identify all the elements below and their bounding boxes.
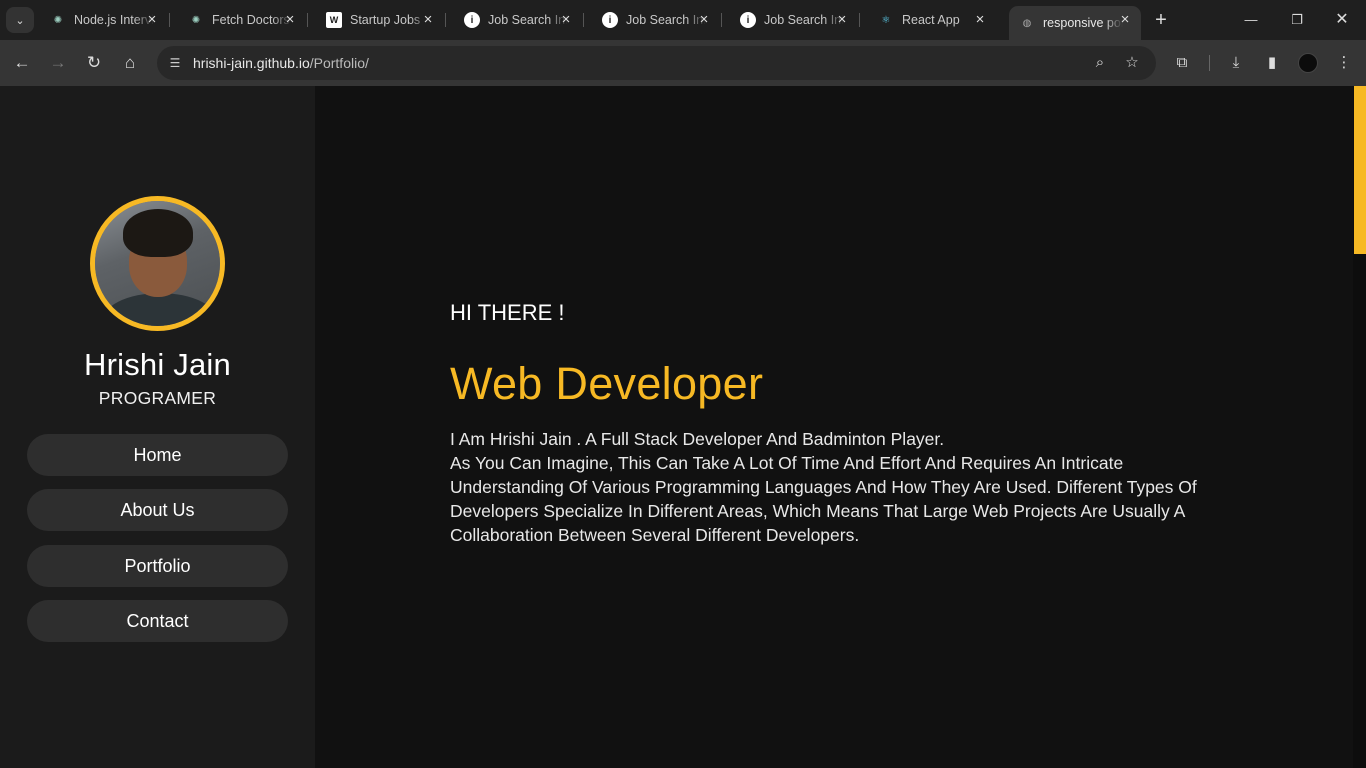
forward-button[interactable]: → <box>46 51 70 75</box>
tab-title: Job Search Info <box>764 13 844 27</box>
zoom-icon[interactable]: ⌕ <box>1090 53 1110 73</box>
tab-close-icon[interactable]: × <box>1117 12 1133 28</box>
bookmark-star-icon[interactable]: ☆ <box>1122 53 1142 73</box>
info-icon: i <box>464 12 480 28</box>
browser-tab[interactable]: ◍ responsive portfolio× <box>1009 6 1141 40</box>
chevron-down-icon: ⌄ <box>15 14 25 27</box>
headline: Web Developer <box>450 358 764 409</box>
toolbar-divider <box>1209 55 1210 71</box>
close-icon: ✕ <box>1335 11 1349 28</box>
tab-close-icon[interactable]: × <box>834 12 850 28</box>
tab-close-icon[interactable]: × <box>144 12 160 28</box>
browser-toolbar: ← → ↻ ⌂ ☰ hrishi-jain.github.io/Portfoli… <box>0 40 1366 86</box>
tab-title: Node.js Interview <box>74 13 154 27</box>
browser-tab[interactable]: ⚛ React App × <box>868 6 996 34</box>
openai-icon: ✺ <box>191 14 201 26</box>
profile-avatar[interactable] <box>1298 53 1318 73</box>
arrow-left-icon: ← <box>13 53 31 72</box>
w-icon: W <box>326 12 342 28</box>
home-icon: ⌂ <box>124 53 136 72</box>
tab-title: Job Search Info <box>626 13 706 27</box>
home-button[interactable]: ⌂ <box>118 51 142 75</box>
browser-tab[interactable]: i Job Search Info × <box>592 6 722 34</box>
globe-icon: ◍ <box>1022 17 1032 29</box>
scrollbar-thumb[interactable] <box>1354 86 1366 254</box>
minimize-button[interactable]: — <box>1231 8 1271 32</box>
reload-button[interactable]: ↻ <box>82 51 106 75</box>
side-panel-icon[interactable]: ▮ <box>1261 52 1283 74</box>
tab-close-icon[interactable]: × <box>282 12 298 28</box>
browser-tab[interactable]: ✺ Fetch Doctors × <box>178 6 308 34</box>
tab-separator <box>859 13 860 27</box>
tab-separator <box>445 13 446 27</box>
browser-tab[interactable]: ✺ Node.js Interview× <box>40 6 170 34</box>
info-icon: i <box>602 12 618 28</box>
react-icon: ⚛ <box>881 14 891 26</box>
site-settings-icon[interactable]: ☰ <box>166 54 184 72</box>
restore-icon: ❐ <box>1291 12 1303 27</box>
bio-text: I Am Hrishi Jain . A Full Stack Develope… <box>450 427 1220 547</box>
tab-close-icon[interactable]: × <box>558 12 574 28</box>
tab-title: Job Search Info <box>488 13 568 27</box>
bio-line: I Am Hrishi Jain . A Full Stack Develope… <box>450 429 945 449</box>
browser-tab[interactable]: W Startup Jobs × <box>316 6 446 34</box>
new-tab-button[interactable]: + <box>1150 8 1172 32</box>
download-icon[interactable]: ⤓ <box>1225 52 1247 74</box>
nav-contact-button[interactable]: Contact <box>27 600 288 642</box>
greeting-text: HI THERE ! <box>450 300 565 325</box>
restore-button[interactable]: ❐ <box>1277 8 1317 32</box>
plus-icon: + <box>1155 9 1167 31</box>
url-host: hrishi-jain.github.io <box>193 55 310 71</box>
tab-close-icon[interactable]: × <box>972 12 988 28</box>
nav-portfolio-button[interactable]: Portfolio <box>27 545 288 587</box>
page: Hrishi Jain PROGRAMER Home About Us Port… <box>0 86 1366 768</box>
profile-photo <box>90 196 225 331</box>
address-bar[interactable]: ☰ hrishi-jain.github.io/Portfolio/ ⌕ ☆ <box>157 46 1156 80</box>
tab-separator <box>721 13 722 27</box>
menu-kebab-icon[interactable]: ⋮ <box>1333 52 1355 74</box>
extensions-icon[interactable]: ⧉ <box>1171 52 1193 74</box>
arrow-right-icon: → <box>49 53 67 72</box>
url-path: /Portfolio/ <box>309 55 369 71</box>
tab-title: Fetch Doctors <box>212 13 290 27</box>
tab-separator <box>169 13 170 27</box>
url-text[interactable]: hrishi-jain.github.io/Portfolio/ <box>193 55 369 71</box>
sidebar: Hrishi Jain PROGRAMER Home About Us Port… <box>0 86 315 768</box>
tab-title: responsive portfolio <box>1043 16 1123 30</box>
info-icon: i <box>740 12 756 28</box>
tab-separator <box>583 13 584 27</box>
tab-close-icon[interactable]: × <box>420 12 436 28</box>
close-window-button[interactable]: ✕ <box>1322 8 1362 32</box>
tab-separator <box>307 13 308 27</box>
tab-search-button[interactable]: ⌄ <box>6 7 34 33</box>
tab-close-icon[interactable]: × <box>696 12 712 28</box>
tab-title: Startup Jobs <box>350 13 421 27</box>
tab-strip: ⌄ ✺Node.js Interview×✺Fetch Doctors×WSta… <box>0 0 1366 40</box>
bio-paragraph: As You Can Imagine, This Can Take A Lot … <box>450 453 1197 545</box>
minimize-icon: — <box>1244 12 1258 27</box>
profile-role: PROGRAMER <box>98 388 217 408</box>
tab-title: React App <box>902 13 960 27</box>
openai-icon: ✺ <box>53 14 63 26</box>
reload-icon: ↻ <box>86 53 102 72</box>
browser-tab[interactable]: i Job Search Info × <box>730 6 860 34</box>
back-button[interactable]: ← <box>10 51 34 75</box>
nav-about-button[interactable]: About Us <box>27 489 288 531</box>
browser-tab[interactable]: i Job Search Info × <box>454 6 584 34</box>
profile-name: Hrishi Jain <box>84 347 231 382</box>
nav-home-button[interactable]: Home <box>27 434 288 476</box>
